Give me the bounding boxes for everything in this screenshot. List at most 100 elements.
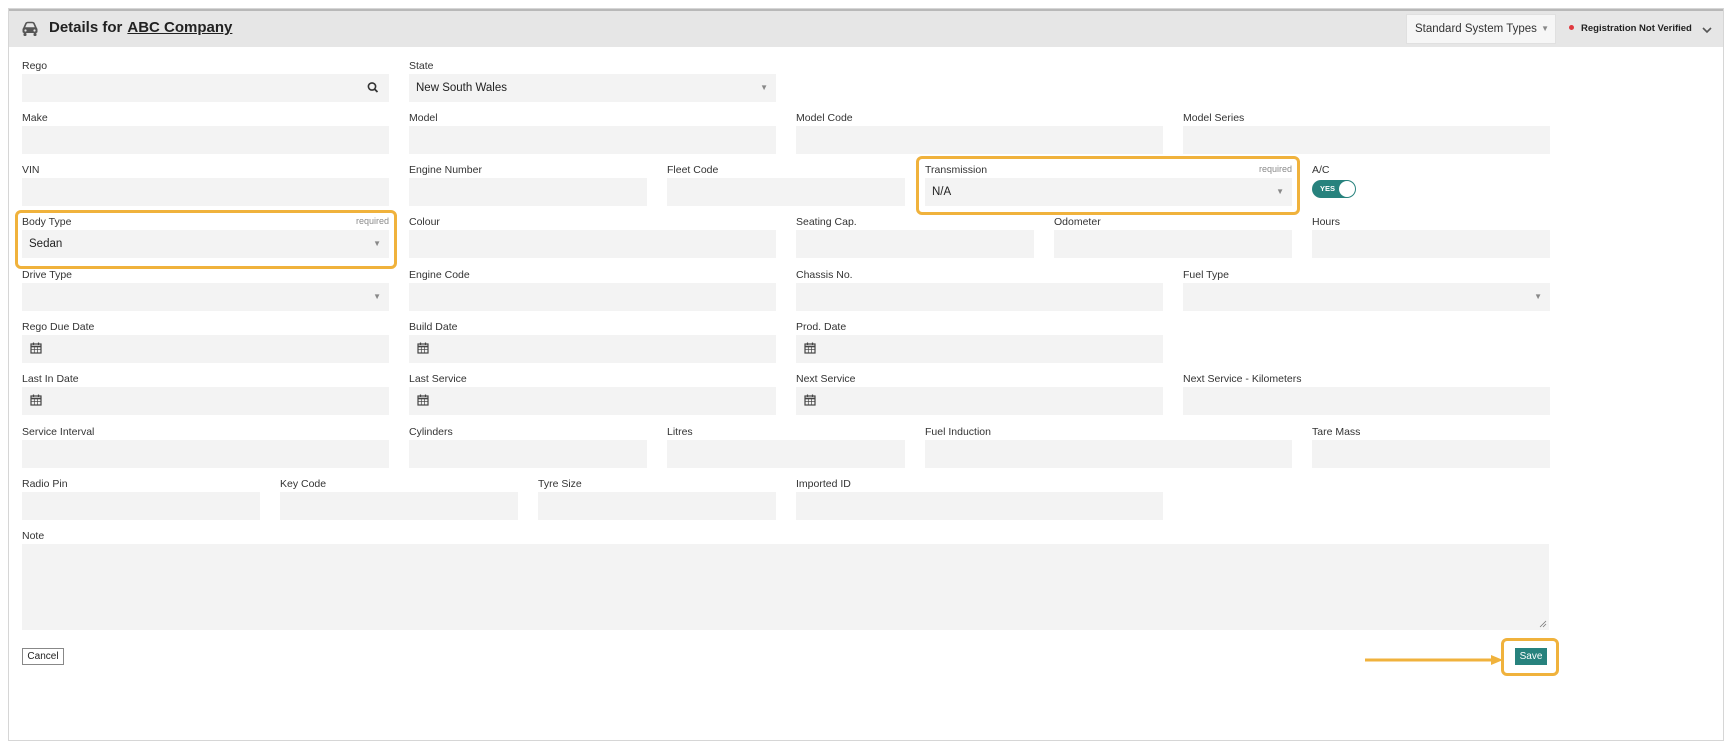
fleet-code-input[interactable] xyxy=(667,178,905,206)
model-field: Model xyxy=(409,112,776,154)
radio-pin-label: Radio Pin xyxy=(22,478,68,490)
resize-grip-icon[interactable] xyxy=(1539,620,1547,628)
prod-date-input[interactable] xyxy=(796,335,1163,363)
prod-date-field: Prod. Date xyxy=(796,321,1163,363)
engine-code-input[interactable] xyxy=(409,283,776,311)
body-type-select[interactable]: Sedan ▼ xyxy=(22,230,389,258)
tare-mass-label: Tare Mass xyxy=(1312,426,1361,438)
system-types-select[interactable]: Standard System Types ▼ xyxy=(1406,14,1556,44)
engine-code-label: Engine Code xyxy=(409,269,470,281)
fuel-type-label: Fuel Type xyxy=(1183,269,1229,281)
last-in-date-label: Last In Date xyxy=(22,373,79,385)
key-code-input[interactable] xyxy=(280,492,518,520)
ac-toggle[interactable]: YES xyxy=(1312,180,1356,198)
make-field: Make xyxy=(22,112,389,154)
drive-type-label: Drive Type xyxy=(22,269,72,281)
calendar-icon[interactable] xyxy=(409,335,437,363)
note-textarea[interactable] xyxy=(22,544,1549,630)
service-interval-input[interactable] xyxy=(22,440,389,468)
chassis-no-input[interactable] xyxy=(796,283,1163,311)
system-types-value: Standard System Types xyxy=(1415,23,1537,35)
litres-input[interactable] xyxy=(667,440,905,468)
drive-type-select[interactable]: ▼ xyxy=(22,283,389,311)
colour-label: Colour xyxy=(409,216,440,228)
model-code-input[interactable] xyxy=(796,126,1163,154)
cylinders-input[interactable] xyxy=(409,440,647,468)
imported-id-input[interactable] xyxy=(796,492,1163,520)
last-service-input[interactable] xyxy=(409,387,776,415)
state-select[interactable]: New South Wales ▼ xyxy=(409,74,776,102)
fuel-induction-label: Fuel Induction xyxy=(925,426,991,438)
fuel-type-field: Fuel Type ▼ xyxy=(1183,269,1550,311)
engine-number-label: Engine Number xyxy=(409,164,482,176)
hours-input[interactable] xyxy=(1312,230,1550,258)
note-field: Note xyxy=(22,530,1549,630)
calendar-icon[interactable] xyxy=(409,387,437,415)
save-button[interactable]: Save xyxy=(1515,648,1547,665)
chassis-no-label: Chassis No. xyxy=(796,269,853,281)
rego-input[interactable] xyxy=(22,74,389,102)
next-service-km-input[interactable] xyxy=(1183,387,1550,415)
body-type-required: required xyxy=(355,216,389,226)
calendar-icon[interactable] xyxy=(796,335,824,363)
last-in-date-field: Last In Date xyxy=(22,373,389,415)
model-input[interactable] xyxy=(409,126,776,154)
model-label: Model xyxy=(409,112,438,124)
company-link[interactable]: ABC Company xyxy=(127,19,232,36)
seating-cap-input[interactable] xyxy=(796,230,1034,258)
rego-due-date-label: Rego Due Date xyxy=(22,321,95,333)
transmission-field: Transmission required N/A ▼ xyxy=(925,164,1292,206)
vehicle-details-panel: Details for ABC Company Standard System T… xyxy=(8,8,1724,741)
last-in-date-input[interactable] xyxy=(22,387,389,415)
state-label: State xyxy=(409,60,434,72)
fleet-code-label: Fleet Code xyxy=(667,164,719,176)
odometer-input[interactable] xyxy=(1054,230,1292,258)
make-input[interactable] xyxy=(22,126,389,154)
service-interval-field: Service Interval xyxy=(22,426,389,468)
toggle-knob xyxy=(1339,181,1355,197)
vin-input[interactable] xyxy=(22,178,389,206)
state-value: New South Wales xyxy=(416,82,507,94)
model-series-input[interactable] xyxy=(1183,126,1550,154)
calendar-icon[interactable] xyxy=(796,387,824,415)
ac-label: A/C xyxy=(1312,164,1330,176)
search-icon[interactable] xyxy=(359,74,387,102)
key-code-label: Key Code xyxy=(280,478,327,490)
imported-id-label: Imported ID xyxy=(796,478,851,490)
tyre-size-input[interactable] xyxy=(538,492,776,520)
service-interval-label: Service Interval xyxy=(22,426,95,438)
body-type-value: Sedan xyxy=(29,238,63,250)
model-code-label: Model Code xyxy=(796,112,853,124)
rego-field: Rego xyxy=(22,60,389,102)
model-series-label: Model Series xyxy=(1183,112,1245,124)
odometer-label: Odometer xyxy=(1054,216,1101,228)
calendar-icon[interactable] xyxy=(22,387,50,415)
litres-field: Litres xyxy=(667,426,905,468)
cylinders-label: Cylinders xyxy=(409,426,453,438)
fleet-code-field: Fleet Code xyxy=(667,164,905,206)
tyre-size-field: Tyre Size xyxy=(538,478,776,520)
fuel-type-select[interactable]: ▼ xyxy=(1183,283,1550,311)
tare-mass-input[interactable] xyxy=(1312,440,1550,468)
next-service-field: Next Service xyxy=(796,373,1163,415)
caret-down-icon: ▼ xyxy=(1541,24,1549,33)
radio-pin-input[interactable] xyxy=(22,492,260,520)
caret-down-icon: ▼ xyxy=(1534,292,1542,301)
title-prefix: Details for xyxy=(49,19,123,36)
odometer-field: Odometer xyxy=(1054,216,1292,258)
rego-due-date-input[interactable] xyxy=(22,335,389,363)
transmission-select[interactable]: N/A ▼ xyxy=(925,178,1292,206)
cancel-button[interactable]: Cancel xyxy=(22,648,64,665)
next-service-input[interactable] xyxy=(796,387,1163,415)
build-date-input[interactable] xyxy=(409,335,776,363)
calendar-icon[interactable] xyxy=(22,335,50,363)
tare-mass-field: Tare Mass xyxy=(1312,426,1550,468)
engine-code-field: Engine Code xyxy=(409,269,776,311)
status-dot-icon xyxy=(1569,24,1574,30)
transmission-label: Transmission xyxy=(925,164,988,176)
engine-number-input[interactable] xyxy=(409,178,647,206)
next-service-label: Next Service xyxy=(796,373,856,385)
colour-input[interactable] xyxy=(409,230,776,258)
fuel-induction-input[interactable] xyxy=(925,440,1292,468)
chevron-down-icon[interactable] xyxy=(1702,25,1712,35)
